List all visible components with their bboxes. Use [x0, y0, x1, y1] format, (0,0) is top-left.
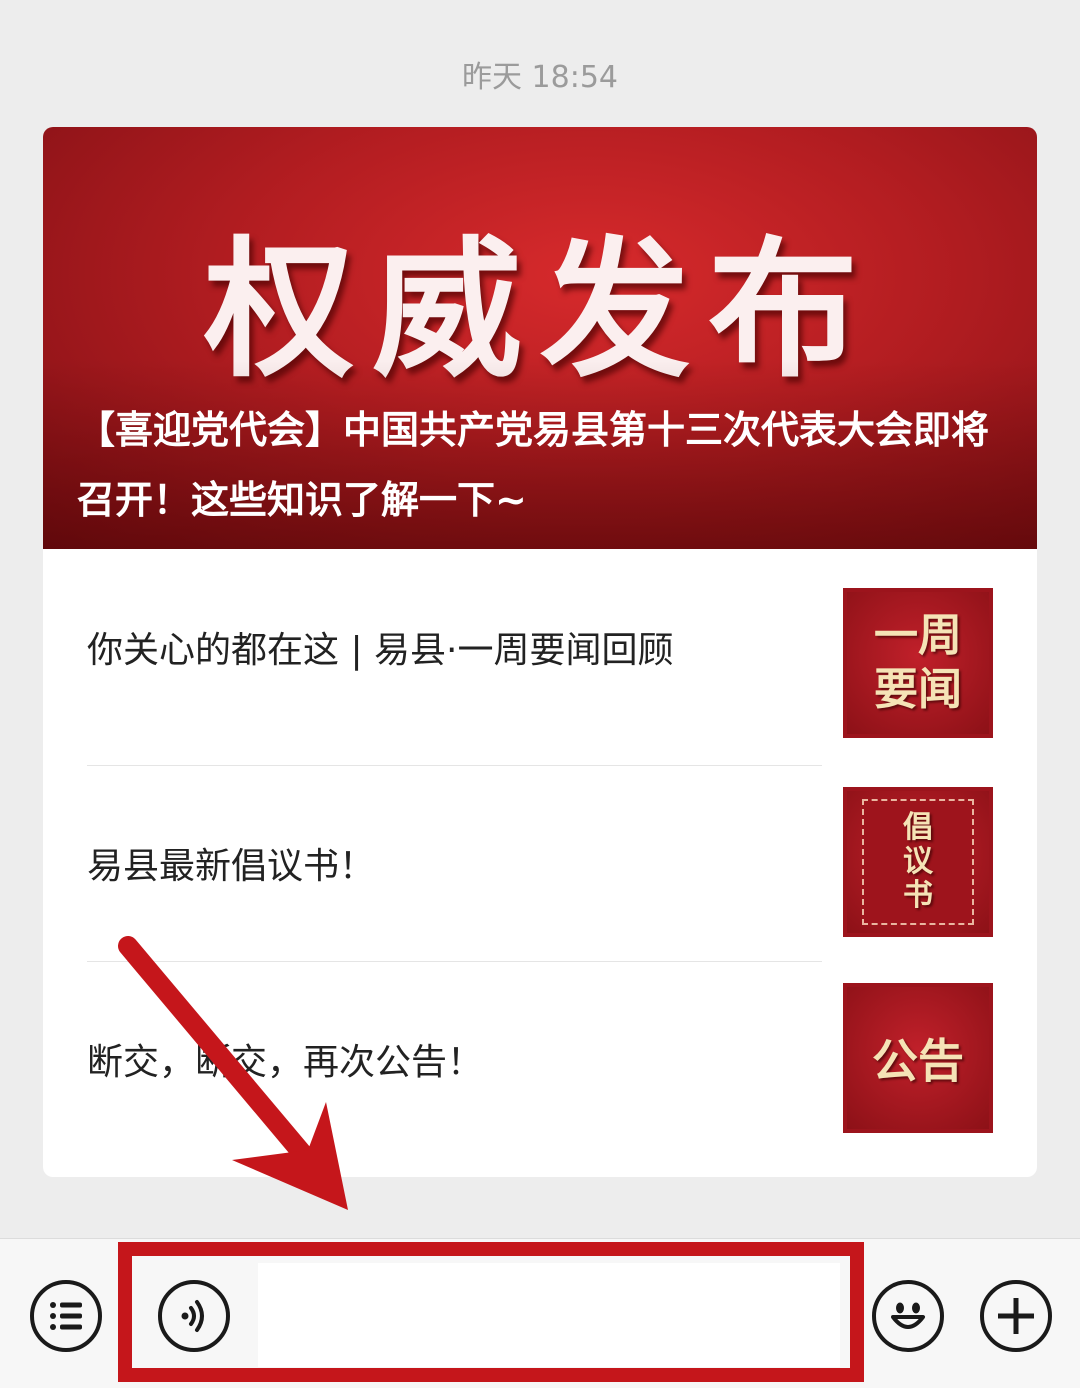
- message-input[interactable]: [258, 1263, 840, 1367]
- article-card[interactable]: 权威发布 【喜迎党代会】中国共产党易县第十三次代表大会即将召开！这些知识了解一下…: [43, 127, 1037, 1177]
- thumbnail-text: 公告: [872, 1034, 964, 1088]
- article-list-item[interactable]: 你关心的都在这 | 易县·一周要闻回顾 一周要闻: [43, 549, 1037, 745]
- plus-icon: [998, 1298, 1034, 1334]
- voice-button[interactable]: [158, 1280, 230, 1352]
- thumbnail-text: 一周要闻: [874, 610, 962, 715]
- article-title: 断交，断交，再次公告！: [87, 1042, 484, 1083]
- article-list-item[interactable]: 易县最新倡议书！ 倡议书: [43, 765, 1037, 961]
- article-list-item[interactable]: 断交，断交，再次公告！ 公告: [43, 961, 1037, 1157]
- article-banner[interactable]: 权威发布 【喜迎党代会】中国共产党易县第十三次代表大会即将召开！这些知识了解一下…: [43, 127, 1037, 549]
- article-thumbnail: 倡议书: [843, 787, 993, 937]
- thumbnail-frame: 倡议书: [862, 799, 974, 925]
- voice-icon: [181, 1300, 204, 1332]
- emoji-icon: [891, 1302, 925, 1329]
- article-title: 易县最新倡议书！: [87, 846, 376, 887]
- article-thumbnail: 一周要闻: [843, 588, 993, 738]
- thumbnail-text: 倡议书: [903, 810, 933, 913]
- article-title: 你关心的都在这 | 易县·一周要闻回顾: [87, 630, 674, 671]
- emoji-button[interactable]: [872, 1280, 944, 1352]
- menu-button[interactable]: [30, 1280, 102, 1352]
- banner-title: 【喜迎党代会】中国共产党易县第十三次代表大会即将召开！这些知识了解一下~: [77, 408, 990, 522]
- menu-icon: [50, 1302, 82, 1330]
- chat-input-bar: [0, 1238, 1080, 1388]
- chat-timestamp: 昨天 18:54: [462, 60, 618, 95]
- plus-button[interactable]: [980, 1280, 1052, 1352]
- article-thumbnail: 公告: [843, 983, 993, 1133]
